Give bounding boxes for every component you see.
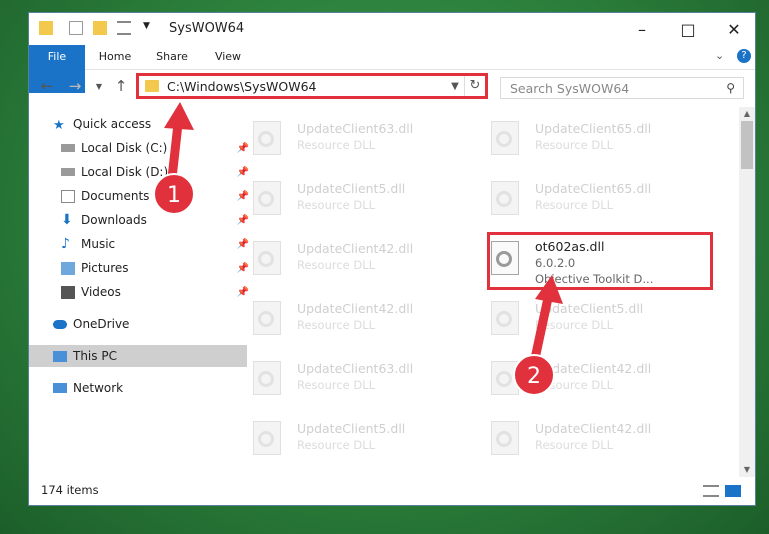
arrow-1 [167, 119, 183, 183]
arrow-1-head [164, 102, 194, 130]
step-badge-2: 2 [513, 354, 555, 396]
arrow-2-head [535, 275, 563, 304]
step-badge-1: 1 [153, 173, 195, 215]
annotation-arrows [164, 102, 563, 373]
